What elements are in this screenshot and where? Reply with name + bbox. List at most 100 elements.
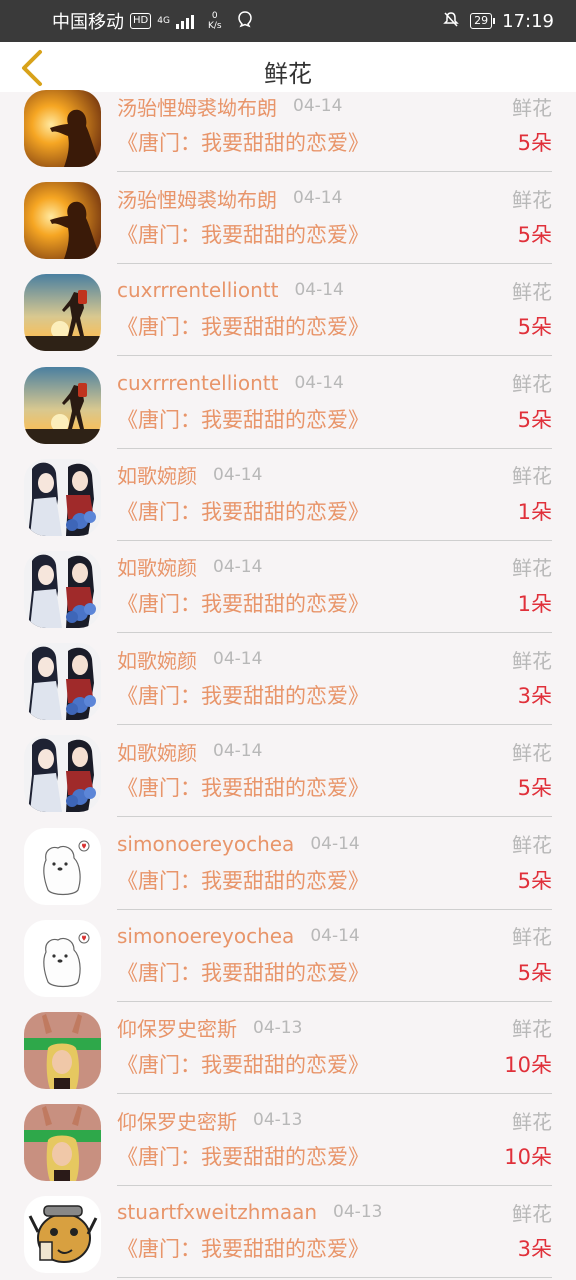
chevron-left-icon xyxy=(22,50,42,86)
item-content: cuxrrrentelliontt 04-14 鲜花 《唐门：我要甜甜的恋爱》 5朵 xyxy=(117,361,552,449)
notification-icon xyxy=(236,10,254,33)
book-title[interactable]: 《唐门：我要甜甜的恋爱》 xyxy=(117,957,369,987)
book-title[interactable]: 《唐门：我要甜甜的恋爱》 xyxy=(117,404,369,434)
username[interactable]: simonoereyochea xyxy=(117,832,294,856)
item-header-row: 汤骀悝姆裘坳布朗 04-14 鲜花 xyxy=(117,92,552,120)
white-bear-avatar[interactable] xyxy=(24,919,101,997)
gift-amount: 3朵 xyxy=(517,684,552,709)
gift-type: 鲜花 xyxy=(512,187,552,212)
battery-icon: 29 xyxy=(470,13,496,29)
sunset-hiker-avatar[interactable] xyxy=(24,274,101,352)
gift-type: 鲜花 xyxy=(512,1201,552,1226)
gift-type: 鲜花 xyxy=(512,556,552,581)
white-bear-avatar[interactable] xyxy=(24,827,101,905)
list-item[interactable]: stuartfxweitzhmaan 04-13 鲜花 《唐门：我要甜甜的恋爱》 3朵 xyxy=(0,1190,576,1280)
username[interactable]: 如歌婉颜 xyxy=(117,645,197,674)
anime-couple-avatar[interactable] xyxy=(24,458,101,536)
gift-date: 04-14 xyxy=(310,925,360,946)
item-header-row: stuartfxweitzhmaan 04-13 鲜花 xyxy=(117,1198,552,1226)
item-content: 如歌婉颜 04-14 鲜花《唐门：我要甜甜的恋爱》 1朵 xyxy=(117,545,552,633)
gift-type: 鲜花 xyxy=(512,279,552,304)
anime-couple-avatar[interactable] xyxy=(24,735,101,813)
item-header-row: cuxrrrentelliontt 04-14 鲜花 xyxy=(117,276,552,304)
book-title[interactable]: 《唐门：我要甜甜的恋爱》 xyxy=(117,1049,369,1079)
gift-amount: 3朵 xyxy=(517,1237,552,1262)
list-item[interactable]: cuxrrrentelliontt 04-14 鲜花《唐门：我要甜甜的恋爱》 5朵 xyxy=(0,268,576,360)
blonde-singer-avatar[interactable] xyxy=(24,1104,101,1182)
book-title[interactable]: 《唐门：我要甜甜的恋爱》 xyxy=(117,127,369,157)
item-content: cuxrrrentelliontt 04-14 鲜花《唐门：我要甜甜的恋爱》 5朵 xyxy=(117,268,552,357)
list-item[interactable]: 如歌婉颜 04-14 鲜花 《唐门：我要甜甜的恋爱》 3朵 xyxy=(0,637,576,729)
book-title[interactable]: 《唐门：我要甜甜的恋爱》 xyxy=(117,219,369,249)
username[interactable]: 如歌婉颜 xyxy=(117,460,197,489)
anime-couple-avatar[interactable] xyxy=(24,550,101,628)
gift-amount: 1朵 xyxy=(517,591,552,616)
gift-type: 鲜花 xyxy=(512,925,552,950)
book-title[interactable]: 《唐门：我要甜甜的恋爱》 xyxy=(117,772,369,802)
item-header-row: simonoereyochea 04-14 鲜花 xyxy=(117,830,552,858)
item-detail-row: 《唐门：我要甜甜的恋爱》 10朵 xyxy=(117,1140,552,1172)
net-speed-unit: K/s xyxy=(207,21,222,31)
list-item[interactable]: 如歌婉颜 04-14 鲜花 《唐门：我要甜甜的恋爱》 1朵 xyxy=(0,453,576,545)
username[interactable]: 仰保罗史密斯 xyxy=(117,1106,237,1135)
item-content: stuartfxweitzhmaan 04-13 鲜花 《唐门：我要甜甜的恋爱》 3朵 xyxy=(117,1190,552,1279)
sunset-girl-avatar[interactable] xyxy=(24,90,101,167)
gift-amount: 5朵 xyxy=(517,315,552,340)
gift-date: 04-13 xyxy=(253,1017,303,1038)
item-content: 汤骀悝姆裘坳布朗 04-14 鲜花 《唐门：我要甜甜的恋爱》 5朵 xyxy=(117,84,552,172)
book-title[interactable]: 《唐门：我要甜甜的恋爱》 xyxy=(117,588,369,618)
item-header-row: 如歌婉颜 04-14 鲜花 xyxy=(117,645,552,673)
username[interactable]: 汤骀悝姆裘坳布朗 xyxy=(117,92,277,121)
status-bar: 中国移动 HD 4G 0 K/s 29 17:19 xyxy=(0,0,576,42)
username[interactable]: 汤骀悝姆裘坳布朗 xyxy=(117,184,277,213)
sunset-hiker-avatar[interactable] xyxy=(24,366,101,444)
list-item[interactable]: 仰保罗史密斯 04-13 鲜花《唐门：我要甜甜的恋爱》 10朵 xyxy=(0,1006,576,1098)
list-item[interactable]: simonoereyochea 04-14 鲜花 《唐门：我要甜甜的恋爱》 5朵 xyxy=(0,822,576,914)
clock: 17:19 xyxy=(502,10,554,32)
username[interactable]: simonoereyochea xyxy=(117,924,294,948)
username[interactable]: cuxrrrentelliontt xyxy=(117,278,278,302)
list-item[interactable]: 汤骀悝姆裘坳布朗 04-14 鲜花 《唐门：我要甜甜的恋爱》 5朵 xyxy=(0,176,576,268)
list-item[interactable]: 如歌婉颜 04-14 鲜花《唐门：我要甜甜的恋爱》 1朵 xyxy=(0,545,576,637)
anime-couple-avatar[interactable] xyxy=(24,643,101,721)
gift-amount: 10朵 xyxy=(504,1145,552,1170)
blonde-singer-avatar[interactable] xyxy=(24,1011,101,1089)
sunset-girl-avatar[interactable] xyxy=(24,182,101,260)
item-content: 仰保罗史密斯 04-13 鲜花 《唐门：我要甜甜的恋爱》 10朵 xyxy=(117,1098,552,1187)
item-header-row: 仰保罗史密斯 04-13 鲜花 xyxy=(117,1106,552,1134)
username[interactable]: 仰保罗史密斯 xyxy=(117,1013,237,1042)
item-header-row: 仰保罗史密斯 04-13 鲜花 xyxy=(117,1014,552,1042)
back-button[interactable] xyxy=(12,48,52,88)
username[interactable]: 如歌婉颜 xyxy=(117,552,197,581)
book-title[interactable]: 《唐门：我要甜甜的恋爱》 xyxy=(117,1141,369,1171)
username[interactable]: cuxrrrentelliontt xyxy=(117,371,278,395)
cartoon-face-avatar[interactable] xyxy=(24,1196,101,1274)
username[interactable]: stuartfxweitzhmaan xyxy=(117,1200,317,1224)
list-item[interactable]: 如歌婉颜 04-14 鲜花 《唐门：我要甜甜的恋爱》 5朵 xyxy=(0,729,576,821)
gift-type: 鲜花 xyxy=(512,740,552,765)
book-title[interactable]: 《唐门：我要甜甜的恋爱》 xyxy=(117,496,369,526)
gift-type: 鲜花 xyxy=(512,95,552,120)
gift-date: 04-14 xyxy=(213,556,263,577)
gift-type: 鲜花 xyxy=(512,1017,552,1042)
list-item[interactable]: cuxrrrentelliontt 04-14 鲜花 《唐门：我要甜甜的恋爱》 5朵 xyxy=(0,361,576,453)
gift-list: 汤骀悝姆裘坳布朗 04-14 鲜花 《唐门：我要甜甜的恋爱》 5朵 汤骀悝姆裘坳布朗 04… xyxy=(0,84,576,1280)
gift-date: 04-14 xyxy=(294,280,344,301)
item-header-row: 如歌婉颜 04-14 鲜花 xyxy=(117,737,552,765)
book-title[interactable]: 《唐门：我要甜甜的恋爱》 xyxy=(117,1233,369,1263)
network-label: 4G xyxy=(157,16,170,26)
item-detail-row: 《唐门：我要甜甜的恋爱》 10朵 xyxy=(117,1048,552,1080)
net-speed-value: 0 xyxy=(211,11,218,21)
book-title[interactable]: 《唐门：我要甜甜的恋爱》 xyxy=(117,311,369,341)
list-item[interactable]: 汤骀悝姆裘坳布朗 04-14 鲜花 《唐门：我要甜甜的恋爱》 5朵 xyxy=(0,84,576,176)
gift-amount: 10朵 xyxy=(504,1052,552,1077)
net-speed: 0 K/s xyxy=(208,11,222,31)
book-title[interactable]: 《唐门：我要甜甜的恋爱》 xyxy=(117,865,369,895)
list-item[interactable]: 仰保罗史密斯 04-13 鲜花 《唐门：我要甜甜的恋爱》 10朵 xyxy=(0,1098,576,1190)
book-title[interactable]: 《唐门：我要甜甜的恋爱》 xyxy=(117,680,369,710)
gift-type: 鲜花 xyxy=(512,464,552,489)
gift-date: 04-13 xyxy=(253,1110,303,1131)
username[interactable]: 如歌婉颜 xyxy=(117,737,197,766)
gift-amount: 5朵 xyxy=(517,868,552,893)
list-item[interactable]: simonoereyochea 04-14 鲜花 《唐门：我要甜甜的恋爱》 5朵 xyxy=(0,914,576,1006)
